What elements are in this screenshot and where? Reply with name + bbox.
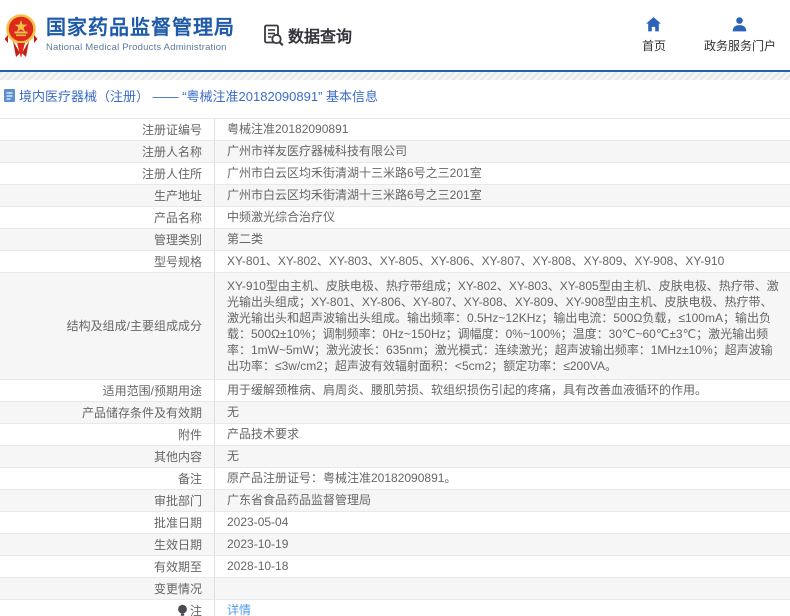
row-value: 广州市祥友医疗器械科技有限公司 — [227, 144, 408, 158]
row-label: 注册人名称 — [0, 141, 215, 162]
row-value: 产品技术要求 — [227, 427, 300, 441]
row-label: 生产地址 — [0, 185, 215, 206]
row-storage-validity: 产品储存条件及有效期 无 — [0, 401, 790, 423]
row-label: 注 — [0, 600, 215, 616]
row-other-content: 其他内容 无 — [0, 445, 790, 467]
row-management-class: 管理类别 第二类 — [0, 228, 790, 250]
hatch-strip-top — [0, 72, 790, 80]
row-approval-department: 审批部门 广东省食品药品监督管理局 — [0, 489, 790, 511]
row-label: 有效期至 — [0, 556, 215, 577]
row-label: 生效日期 — [0, 534, 215, 555]
user-icon — [733, 17, 747, 32]
nav-gov-portal[interactable]: 政务服务门户 — [704, 16, 776, 54]
row-label: 附件 — [0, 424, 215, 445]
row-label: 注册证编号 — [0, 119, 215, 140]
row-value: 无 — [227, 449, 240, 463]
row-value: 详情 — [215, 600, 790, 616]
row-product-name: 产品名称 中频激光综合治疗仪 — [0, 206, 790, 228]
data-query-button[interactable]: 数据查询 — [261, 23, 352, 47]
row-value: 原产品注册证号：粤械注准20182090891。 — [227, 471, 457, 485]
row-label: 产品储存条件及有效期 — [0, 402, 215, 423]
detail-link[interactable]: 详情 — [227, 603, 251, 616]
row-registrant-address: 注册人住所 广州市白云区均禾街清湖十三米路6号之三201室 — [0, 162, 790, 184]
note-label-text: 注 — [189, 603, 202, 616]
row-value: 用于缓解颈椎病、肩周炎、腰肌劳损、软组织损伤引起的疼痛，具有改善血液循环的作用。 — [227, 383, 708, 397]
row-label: 变更情况 — [0, 578, 215, 599]
row-label: 注册人住所 — [0, 163, 215, 184]
row-cert-number: 注册证编号 粤械注准20182090891 — [0, 118, 790, 140]
row-value: 广东省食品药品监督管理局 — [227, 493, 372, 507]
row-value: 中频激光综合治疗仪 — [227, 210, 336, 224]
row-label: 备注 — [0, 468, 215, 489]
row-change-info: 变更情况 — [0, 577, 790, 599]
bulb-icon — [178, 604, 187, 616]
nav-home[interactable]: 首页 — [642, 16, 666, 54]
row-label: 管理类别 — [0, 229, 215, 250]
document-icon — [4, 88, 15, 102]
nav-home-label: 首页 — [641, 39, 666, 53]
row-label: 结构及组成/主要组成成分 — [0, 273, 215, 379]
row-label: 型号规格 — [0, 251, 215, 272]
row-effective-date: 生效日期 2023-10-19 — [0, 533, 790, 555]
agency-title-cn: 国家药品监督管理局 — [46, 17, 235, 39]
document-search-icon — [264, 24, 284, 47]
row-label: 其他内容 — [0, 446, 215, 467]
national-emblem-logo — [4, 14, 38, 58]
row-label: 适用范围/预期用途 — [0, 380, 215, 401]
row-label: 审批部门 — [0, 490, 215, 511]
row-value: 2023-10-19 — [227, 537, 289, 551]
agency-title-en: National Medical Products Administration — [46, 42, 227, 53]
row-attachment: 附件 产品技术要求 — [0, 423, 790, 445]
row-label: 批准日期 — [0, 512, 215, 533]
row-note: 注 详情 — [0, 599, 790, 616]
row-model-spec: 型号规格 XY-801、XY-802、XY-803、XY-805、XY-806、… — [0, 250, 790, 272]
row-intended-use: 适用范围/预期用途 用于缓解颈椎病、肩周炎、腰肌劳损、软组织损伤引起的疼痛，具有… — [0, 379, 790, 401]
row-label: 产品名称 — [0, 207, 215, 228]
row-value: 粤械注准20182090891 — [227, 122, 349, 136]
row-expiry-date: 有效期至 2028-10-18 — [0, 555, 790, 577]
home-icon — [646, 17, 662, 32]
row-remarks: 备注 原产品注册证号：粤械注准20182090891。 — [0, 467, 790, 489]
row-value: 广州市白云区均禾街清湖十三米路6号之三201室 — [227, 166, 482, 180]
page-title: 境内医疗器械（注册） —— “粤械注准20182090891” 基本信息 — [19, 88, 379, 104]
row-value — [215, 578, 790, 599]
row-registrant-name: 注册人名称 广州市祥友医疗器械科技有限公司 — [0, 140, 790, 162]
row-value: XY-910型由主机、皮肤电极、热疗带组成；XY-802、XY-803、XY-8… — [227, 279, 779, 373]
row-value: XY-801、XY-802、XY-803、XY-805、XY-806、XY-80… — [227, 254, 725, 268]
page-title-bar: 境内医疗器械（注册） —— “粤械注准20182090891” 基本信息 — [0, 80, 790, 110]
row-value: 2023-05-04 — [227, 515, 289, 529]
row-value: 广州市白云区均禾街清湖十三米路6号之三201室 — [227, 188, 482, 202]
row-production-address: 生产地址 广州市白云区均禾街清湖十三米路6号之三201室 — [0, 184, 790, 206]
registration-info-table: 注册证编号 粤械注准20182090891 注册人名称 广州市祥友医疗器械科技有… — [0, 118, 790, 616]
row-structure-composition: 结构及组成/主要组成成分 XY-910型由主机、皮肤电极、热疗带组成；XY-80… — [0, 272, 790, 379]
page-header: 国家药品监督管理局 National Medical Products Admi… — [0, 0, 790, 70]
row-value: 2028-10-18 — [227, 559, 289, 573]
nav-gov-portal-label: 政务服务门户 — [703, 39, 776, 53]
row-approval-date: 批准日期 2023-05-04 — [0, 511, 790, 533]
row-value: 第二类 — [227, 232, 264, 246]
brand-block: 国家药品监督管理局 National Medical Products Admi… — [46, 17, 235, 53]
row-value: 无 — [227, 405, 240, 419]
data-query-label: 数据查询 — [288, 29, 353, 46]
